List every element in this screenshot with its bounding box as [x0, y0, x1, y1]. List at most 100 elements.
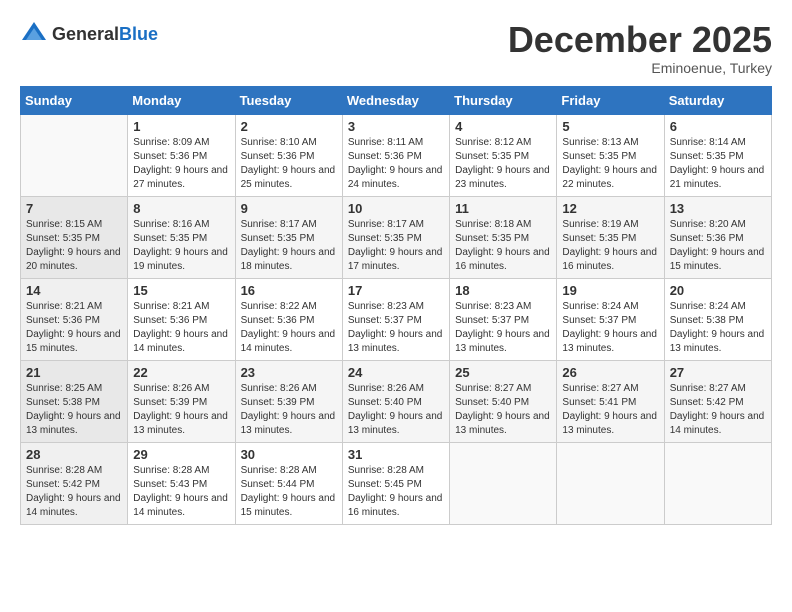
calendar-cell: 8Sunrise: 8:16 AMSunset: 5:35 PMDaylight…: [128, 196, 235, 278]
calendar-cell: 29 Sunrise: 8:28 AMSunset: 5:43 PMDayligh…: [128, 442, 235, 524]
day-info: Sunrise: 8:14 AMSunset: 5:35 PMDaylight:…: [670, 136, 766, 192]
calendar-cell: 9 Sunrise: 8:17 AMSunset: 5:35 PMDaylight…: [235, 196, 342, 278]
day-number: 24: [348, 365, 444, 380]
calendar-cell: 6 Sunrise: 8:14 AMSunset: 5:35 PMDaylight…: [664, 114, 771, 196]
weekday-header-thursday: Thursday: [450, 86, 557, 114]
day-info: Sunrise: 8:25 AMSunset: 5:38 PMDaylight:…: [26, 382, 122, 438]
day-info: Sunrise: 8:24 AMSunset: 5:37 PMDaylight:…: [562, 300, 658, 356]
day-info: Sunrise: 8:10 AMSunset: 5:36 PMDaylight:…: [241, 136, 337, 192]
calendar-cell: [664, 442, 771, 524]
day-info: Sunrise: 8:27 AMSunset: 5:42 PMDaylight:…: [670, 382, 766, 438]
day-info: Sunrise: 8:15 AMSunset: 5:35 PMDaylight:…: [26, 218, 122, 274]
calendar-week-3: 14 Sunrise: 8:21 AMSunset: 5:36 PMDayligh…: [21, 278, 772, 360]
calendar-cell: [450, 442, 557, 524]
calendar-cell: 31Sunrise: 8:28 AMSunset: 5:45 PMDayligh…: [342, 442, 449, 524]
calendar-cell: 2Sunrise: 8:10 AMSunset: 5:36 PMDaylight…: [235, 114, 342, 196]
calendar-cell: 26 Sunrise: 8:27 AMSunset: 5:41 PMDayligh…: [557, 360, 664, 442]
day-number: 5: [562, 119, 658, 134]
day-number: 22: [133, 365, 229, 380]
day-info: Sunrise: 8:17 AMSunset: 5:35 PMDaylight:…: [241, 218, 337, 274]
day-number: 29: [133, 447, 229, 462]
calendar-cell: 4 Sunrise: 8:12 AMSunset: 5:35 PMDaylight…: [450, 114, 557, 196]
calendar-cell: 18Sunrise: 8:23 AMSunset: 5:37 PMDayligh…: [450, 278, 557, 360]
day-info: Sunrise: 8:12 AMSunset: 5:35 PMDaylight:…: [455, 136, 551, 192]
calendar-body: 1Sunrise: 8:09 AMSunset: 5:36 PMDaylight…: [21, 114, 772, 524]
day-number: 9: [241, 201, 337, 216]
calendar-week-1: 1Sunrise: 8:09 AMSunset: 5:36 PMDaylight…: [21, 114, 772, 196]
day-info: Sunrise: 8:28 AMSunset: 5:43 PMDaylight:…: [133, 464, 229, 520]
day-info: Sunrise: 8:20 AMSunset: 5:36 PMDaylight:…: [670, 218, 766, 274]
calendar-week-2: 7Sunrise: 8:15 AMSunset: 5:35 PMDaylight…: [21, 196, 772, 278]
logo-icon: [20, 20, 48, 48]
calendar-cell: [557, 442, 664, 524]
day-number: 14: [26, 283, 122, 298]
day-info: Sunrise: 8:23 AMSunset: 5:37 PMDaylight:…: [455, 300, 551, 356]
weekday-header-tuesday: Tuesday: [235, 86, 342, 114]
weekday-header-friday: Friday: [557, 86, 664, 114]
calendar-week-4: 21 Sunrise: 8:25 AMSunset: 5:38 PMDayligh…: [21, 360, 772, 442]
day-number: 19: [562, 283, 658, 298]
calendar-table: SundayMondayTuesdayWednesdayThursdayFrid…: [20, 86, 772, 525]
day-number: 12: [562, 201, 658, 216]
calendar-cell: 27 Sunrise: 8:27 AMSunset: 5:42 PMDayligh…: [664, 360, 771, 442]
calendar-cell: 21 Sunrise: 8:25 AMSunset: 5:38 PMDayligh…: [21, 360, 128, 442]
day-info: Sunrise: 8:22 AMSunset: 5:36 PMDaylight:…: [241, 300, 337, 356]
day-number: 20: [670, 283, 766, 298]
calendar-cell: 22 Sunrise: 8:26 AMSunset: 5:39 PMDayligh…: [128, 360, 235, 442]
day-number: 17: [348, 283, 444, 298]
day-info: Sunrise: 8:21 AMSunset: 5:36 PMDaylight:…: [26, 300, 122, 356]
calendar-cell: 24 Sunrise: 8:26 AMSunset: 5:40 PMDayligh…: [342, 360, 449, 442]
day-info: Sunrise: 8:28 AMSunset: 5:44 PMDaylight:…: [241, 464, 337, 520]
day-info: Sunrise: 8:27 AMSunset: 5:41 PMDaylight:…: [562, 382, 658, 438]
day-number: 4: [455, 119, 551, 134]
day-info: Sunrise: 8:18 AMSunset: 5:35 PMDaylight:…: [455, 218, 551, 274]
calendar-cell: 10Sunrise: 8:17 AMSunset: 5:35 PMDayligh…: [342, 196, 449, 278]
calendar-cell: 3Sunrise: 8:11 AMSunset: 5:36 PMDaylight…: [342, 114, 449, 196]
weekday-header-row: SundayMondayTuesdayWednesdayThursdayFrid…: [21, 86, 772, 114]
calendar-cell: 15 Sunrise: 8:21 AMSunset: 5:36 PMDayligh…: [128, 278, 235, 360]
day-number: 10: [348, 201, 444, 216]
calendar-cell: 1Sunrise: 8:09 AMSunset: 5:36 PMDaylight…: [128, 114, 235, 196]
day-number: 11: [455, 201, 551, 216]
page-header: GeneralBlue December 2025 Eminoenue, Tur…: [20, 20, 772, 76]
day-info: Sunrise: 8:21 AMSunset: 5:36 PMDaylight:…: [133, 300, 229, 356]
calendar-cell: 5 Sunrise: 8:13 AMSunset: 5:35 PMDaylight…: [557, 114, 664, 196]
logo-blue-text: Blue: [119, 24, 158, 44]
calendar-cell: 25Sunrise: 8:27 AMSunset: 5:40 PMDayligh…: [450, 360, 557, 442]
calendar-cell: 13 Sunrise: 8:20 AMSunset: 5:36 PMDayligh…: [664, 196, 771, 278]
weekday-header-saturday: Saturday: [664, 86, 771, 114]
calendar-cell: 20 Sunrise: 8:24 AMSunset: 5:38 PMDayligh…: [664, 278, 771, 360]
calendar-cell: 11 Sunrise: 8:18 AMSunset: 5:35 PMDayligh…: [450, 196, 557, 278]
calendar-cell: 12Sunrise: 8:19 AMSunset: 5:35 PMDayligh…: [557, 196, 664, 278]
day-info: Sunrise: 8:27 AMSunset: 5:40 PMDaylight:…: [455, 382, 551, 438]
day-info: Sunrise: 8:26 AMSunset: 5:39 PMDaylight:…: [241, 382, 337, 438]
day-number: 23: [241, 365, 337, 380]
day-number: 6: [670, 119, 766, 134]
calendar-cell: 23 Sunrise: 8:26 AMSunset: 5:39 PMDayligh…: [235, 360, 342, 442]
day-number: 27: [670, 365, 766, 380]
day-info: Sunrise: 8:13 AMSunset: 5:35 PMDaylight:…: [562, 136, 658, 192]
day-info: Sunrise: 8:26 AMSunset: 5:39 PMDaylight:…: [133, 382, 229, 438]
weekday-header-sunday: Sunday: [21, 86, 128, 114]
day-info: Sunrise: 8:28 AMSunset: 5:45 PMDaylight:…: [348, 464, 444, 520]
calendar-cell: [21, 114, 128, 196]
calendar-cell: 19 Sunrise: 8:24 AMSunset: 5:37 PMDayligh…: [557, 278, 664, 360]
day-info: Sunrise: 8:24 AMSunset: 5:38 PMDaylight:…: [670, 300, 766, 356]
weekday-header-monday: Monday: [128, 86, 235, 114]
calendar-cell: 14 Sunrise: 8:21 AMSunset: 5:36 PMDayligh…: [21, 278, 128, 360]
calendar-cell: 16 Sunrise: 8:22 AMSunset: 5:36 PMDayligh…: [235, 278, 342, 360]
day-number: 16: [241, 283, 337, 298]
logo-general-text: General: [52, 24, 119, 44]
day-number: 21: [26, 365, 122, 380]
day-info: Sunrise: 8:23 AMSunset: 5:37 PMDaylight:…: [348, 300, 444, 356]
calendar-cell: 17 Sunrise: 8:23 AMSunset: 5:37 PMDayligh…: [342, 278, 449, 360]
day-number: 15: [133, 283, 229, 298]
month-title: December 2025: [508, 20, 772, 60]
logo: GeneralBlue: [20, 20, 158, 48]
day-info: Sunrise: 8:09 AMSunset: 5:36 PMDaylight:…: [133, 136, 229, 192]
day-info: Sunrise: 8:26 AMSunset: 5:40 PMDaylight:…: [348, 382, 444, 438]
day-number: 26: [562, 365, 658, 380]
day-info: Sunrise: 8:28 AMSunset: 5:42 PMDaylight:…: [26, 464, 122, 520]
calendar-cell: 7Sunrise: 8:15 AMSunset: 5:35 PMDaylight…: [21, 196, 128, 278]
day-number: 13: [670, 201, 766, 216]
